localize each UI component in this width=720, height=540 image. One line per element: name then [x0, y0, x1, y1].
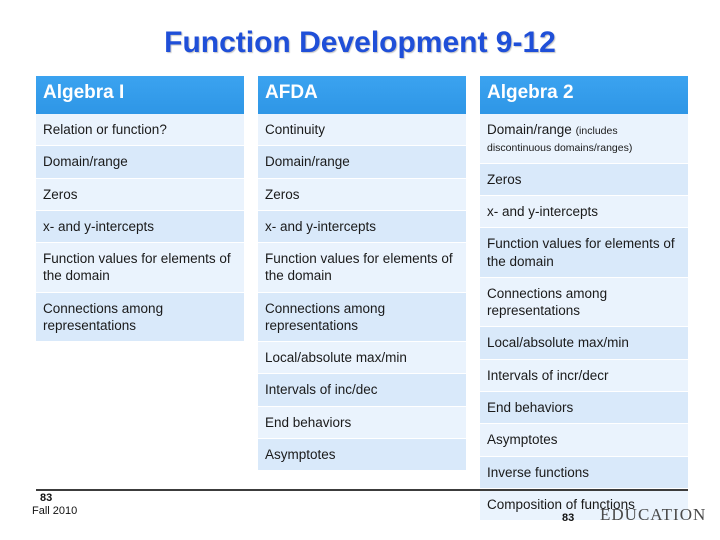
table-row: Intervals of inc/dec — [258, 374, 466, 407]
brand-logo-text: EDUCATION — [600, 505, 707, 524]
page-number-left: 83 — [40, 492, 53, 504]
column-afda: AFDA Continuity Domain/range Zeros x- an… — [258, 76, 466, 521]
column-algebra-2: Algebra 2 Domain/range (includes discont… — [480, 76, 688, 522]
table-row: Inverse functions — [480, 456, 688, 489]
table-cell-text: Domain/range — [487, 122, 572, 137]
page-number-right: 83 — [562, 512, 575, 524]
column-algebra-1: Algebra I Relation or function? Domain/r… — [36, 76, 244, 521]
footer-date: Fall 2010 — [32, 505, 78, 517]
table-row: Connections among representations — [36, 292, 244, 343]
table-row: Asymptotes — [480, 424, 688, 457]
column-header-algebra-2: Algebra 2 — [480, 76, 688, 114]
table-row: Domain/range — [258, 146, 466, 179]
table-row: x- and y-intercepts — [258, 210, 466, 244]
table-row: Relation or function? — [36, 114, 244, 147]
table-row: Asymptotes — [258, 438, 466, 472]
table-row: x- and y-intercepts — [36, 210, 244, 244]
footer-divider — [36, 489, 688, 491]
table-row: Local/absolute max/min — [258, 342, 466, 375]
page-title: Function Development 9-12 — [164, 26, 556, 59]
table-row: End behaviors — [258, 406, 466, 439]
table-row: x- and y-intercepts — [480, 196, 688, 229]
table-row: Function values for elements of the doma… — [258, 243, 466, 293]
column-header-afda: AFDA — [258, 76, 466, 114]
table-row: Zeros — [36, 178, 244, 211]
table-row: Zeros — [258, 178, 466, 211]
column-header-algebra-1: Algebra I — [36, 76, 244, 114]
table-row: Local/absolute max/min — [480, 327, 688, 360]
table-row: Zeros — [480, 163, 688, 197]
table-row: Domain/range — [36, 146, 244, 179]
table-row: End behaviors — [480, 392, 688, 425]
table-row: Domain/range (includes discontinuous dom… — [480, 114, 688, 164]
table-row: Intervals of incr/decr — [480, 359, 688, 392]
table-row: Connections among representations — [258, 292, 466, 343]
table-row: Connections among representations — [480, 277, 688, 328]
table-row: Function values for elements of the doma… — [480, 228, 688, 278]
table-row: Continuity — [258, 114, 466, 147]
function-development-table: Algebra I Relation or function? Domain/r… — [36, 76, 688, 522]
table-row: Function values for elements of the doma… — [36, 243, 244, 293]
